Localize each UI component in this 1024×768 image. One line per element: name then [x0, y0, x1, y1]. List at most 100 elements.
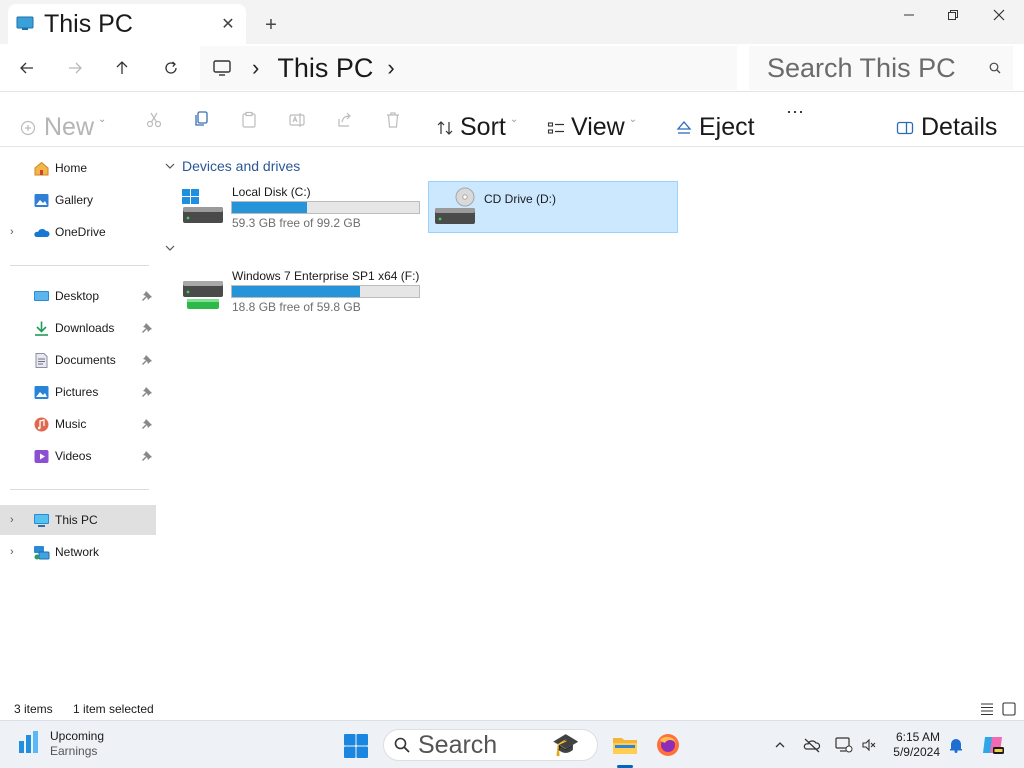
chevron-up-icon [775, 742, 785, 748]
hard-drive-windows-icon [182, 189, 223, 223]
title-bar: This PC ✕ + [0, 0, 1024, 44]
delete-icon[interactable] [384, 111, 402, 129]
sidebar-item-label: This PC [55, 513, 98, 527]
refresh-button[interactable] [155, 52, 187, 84]
windows-start-icon[interactable] [342, 732, 370, 760]
sidebar-item-label: Downloads [55, 321, 115, 335]
drive-local-disk-c[interactable]: Local Disk (C:) 59.3 GB free of 99.2 GB [177, 181, 427, 233]
sidebar-item-network[interactable]: › Network [0, 537, 156, 567]
chevron-right-icon[interactable]: › [10, 514, 22, 526]
breadcrumb-this-pc[interactable]: This PC [277, 53, 373, 84]
new-button[interactable]: New ⌄ [20, 113, 106, 142]
details-button-label: Details [921, 113, 998, 141]
tray-network[interactable] [834, 735, 854, 755]
pin-icon[interactable] [141, 354, 153, 366]
copilot-button[interactable] [980, 735, 1006, 755]
drive-free-space: 59.3 GB free of 99.2 GB [232, 216, 361, 230]
sidebar-item-label: Videos [55, 449, 92, 463]
sidebar-item-home[interactable]: Home [0, 153, 156, 183]
arrow-up-icon [116, 61, 128, 74]
search-box[interactable]: Search This PC [749, 46, 1013, 90]
tab-close-button[interactable]: ✕ [214, 10, 242, 38]
sidebar-item-label: OneDrive [55, 225, 106, 239]
notifications-button[interactable] [946, 735, 966, 755]
show-hidden-icons-button[interactable] [770, 735, 790, 755]
restore-icon [948, 10, 958, 20]
drive-cd-drive-d[interactable]: CD Drive (D:) [428, 181, 678, 233]
sidebar-item-label: Gallery [55, 193, 94, 207]
pin-icon[interactable] [141, 290, 153, 302]
sidebar-item-music[interactable]: Music [0, 409, 156, 439]
view-button[interactable]: View ⌄ [547, 113, 637, 142]
sort-button-label: Sort [460, 113, 506, 141]
address-bar[interactable]: › This PC › [200, 46, 737, 90]
refresh-icon [165, 61, 177, 74]
cut-icon[interactable] [145, 111, 163, 129]
details-button[interactable]: Details [896, 113, 997, 142]
folder-icon [613, 738, 637, 754]
chevron-down-icon[interactable] [164, 242, 178, 254]
drive-usage-fill [232, 202, 308, 213]
chevron-right-icon[interactable]: › [10, 226, 22, 238]
sidebar-item-onedrive[interactable]: › OneDrive [0, 217, 156, 247]
home-icon [34, 161, 49, 175]
close-button[interactable] [976, 0, 1022, 30]
search-input[interactable]: Search This PC [767, 53, 977, 84]
group-header-devices[interactable]: Devices and drives [164, 158, 300, 174]
sidebar-item-videos[interactable]: Videos [0, 441, 156, 471]
eject-button[interactable]: Eject [675, 113, 755, 142]
music-icon [34, 417, 49, 431]
tab-this-pc[interactable]: This PC ✕ [8, 4, 246, 44]
sidebar-item-documents[interactable]: Documents [0, 345, 156, 375]
new-button-label: New [44, 113, 95, 141]
eject-button-label: Eject [699, 113, 755, 141]
forward-button[interactable] [59, 52, 91, 84]
pin-icon[interactable] [141, 450, 153, 462]
breadcrumb-chevron[interactable]: › [252, 55, 259, 81]
minimize-button[interactable] [886, 0, 932, 30]
more-options-button[interactable]: ··· [786, 101, 804, 122]
share-icon[interactable] [336, 111, 354, 129]
sidebar-item-downloads[interactable]: Downloads [0, 313, 156, 343]
system-clock[interactable]: 6:15 AM 5/9/2024 [880, 730, 940, 760]
network-status-icon [835, 737, 853, 753]
group-header-label: Devices and drives [182, 158, 301, 174]
taskbar-search[interactable]: Search 🎓 [383, 729, 598, 761]
up-button[interactable] [106, 52, 138, 84]
breadcrumb-chevron-end[interactable]: › [387, 55, 394, 81]
sidebar-item-this-pc[interactable]: › This PC [0, 505, 156, 535]
back-button[interactable] [11, 52, 43, 84]
large-icons-view-icon[interactable] [1001, 701, 1017, 717]
widgets-button[interactable]: Upcoming Earnings [16, 729, 104, 759]
volume-muted-icon [862, 738, 876, 752]
drive-usage-bar [231, 201, 420, 214]
pin-icon[interactable] [141, 386, 153, 398]
cd-drive-icon [435, 187, 475, 224]
bell-icon [950, 739, 962, 753]
sidebar-item-label: Network [55, 545, 100, 559]
sort-button[interactable]: Sort ⌄ [436, 113, 518, 142]
chevron-right-icon[interactable]: › [10, 546, 22, 558]
sidebar-item-pictures[interactable]: Pictures [0, 377, 156, 407]
copy-icon[interactable] [192, 110, 210, 128]
drive-windows-7-f[interactable]: Windows 7 Enterprise SP1 x64 (F:) 18.8 G… [177, 265, 427, 317]
taskbar-firefox[interactable] [652, 729, 684, 761]
graduation-cap-icon: 🎓 [552, 732, 580, 757]
cloud-off-icon [803, 738, 821, 753]
paste-icon[interactable] [240, 111, 258, 129]
details-view-icon[interactable] [979, 701, 995, 717]
tray-onedrive-offline[interactable] [802, 735, 822, 755]
tray-volume[interactable] [859, 735, 879, 755]
sidebar-item-desktop[interactable]: Desktop [0, 281, 156, 311]
monitor-icon [16, 16, 34, 30]
pin-icon[interactable] [141, 418, 153, 430]
file-list: Devices and drives Local Disk (C:) 59.3 … [158, 148, 1024, 696]
new-tab-button[interactable]: + [258, 12, 284, 38]
sidebar-item-gallery[interactable]: Gallery [0, 185, 156, 215]
arrow-left-icon [20, 62, 33, 74]
rename-icon[interactable] [288, 111, 306, 129]
restore-button[interactable] [930, 0, 976, 30]
taskbar-file-explorer[interactable] [609, 729, 641, 761]
clock-time: 6:15 AM [895, 730, 940, 744]
pin-icon[interactable] [141, 322, 153, 334]
